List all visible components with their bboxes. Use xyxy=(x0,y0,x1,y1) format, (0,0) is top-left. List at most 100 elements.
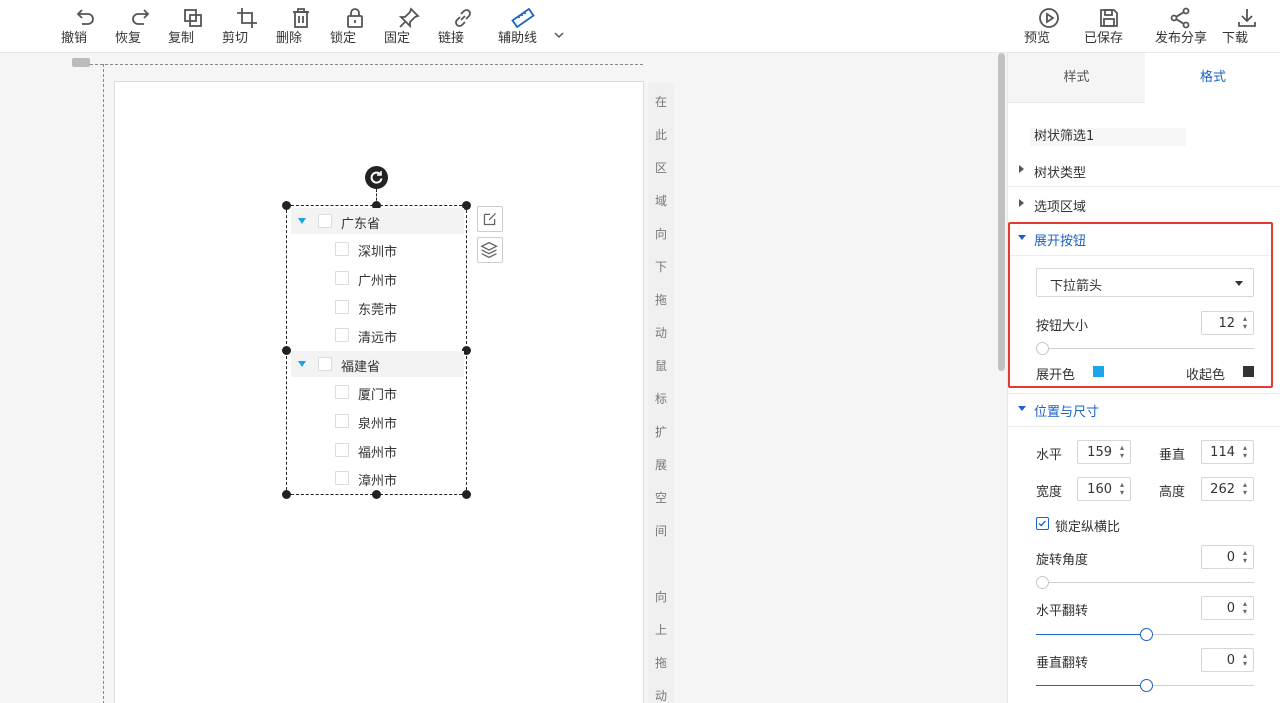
crop-icon xyxy=(237,8,257,28)
x-input[interactable]: 159 ▴ ▾ xyxy=(1077,440,1131,464)
resize-handle-sw[interactable] xyxy=(282,490,291,499)
tree-leaf[interactable]: 东莞市 xyxy=(291,294,464,320)
spin-arrows-icon[interactable]: ▴ ▾ xyxy=(1241,315,1249,331)
tree-checkbox[interactable] xyxy=(335,471,349,485)
spin-arrows-icon[interactable]: ▴ ▾ xyxy=(1241,481,1249,497)
tree-leaf-label: 深圳市 xyxy=(358,245,398,260)
preview-button[interactable]: 预览 xyxy=(1024,4,1074,50)
height-input[interactable]: 262 ▴ ▾ xyxy=(1201,477,1254,501)
lock-button[interactable]: 锁定 xyxy=(330,4,380,50)
publish-share-button[interactable]: 发布分享 xyxy=(1155,4,1207,50)
width-input[interactable]: 160 ▴ ▾ xyxy=(1077,477,1131,501)
guide-line-label: 辅助线 xyxy=(498,31,538,46)
slider-knob[interactable] xyxy=(1140,679,1153,692)
tab-format[interactable]: 格式 xyxy=(1145,53,1280,103)
download-button[interactable]: 下载 xyxy=(1222,4,1272,50)
expand-color-swatch[interactable] xyxy=(1093,366,1104,377)
expand-space-strip[interactable]: 在 此 区 域 向 下 拖 动 鼠 标 扩 展 空 间 向 上 拖 动 xyxy=(648,83,674,703)
rotate-icon xyxy=(370,171,383,184)
select-value: 下拉箭头 xyxy=(1050,279,1103,294)
lock-label: 锁定 xyxy=(330,31,357,46)
y-input[interactable]: 114 ▴ ▾ xyxy=(1201,440,1254,464)
tree-checkbox[interactable] xyxy=(335,385,349,399)
hflip-input[interactable]: 0 ▴ ▾ xyxy=(1201,596,1254,620)
spin-arrows-icon[interactable]: ▴ ▾ xyxy=(1118,444,1126,460)
rotate-input[interactable]: 0 ▴ ▾ xyxy=(1201,545,1254,569)
spin-arrows-icon[interactable]: ▴ ▾ xyxy=(1241,600,1249,616)
slider-knob[interactable] xyxy=(1036,576,1049,589)
tree-checkbox[interactable] xyxy=(318,357,332,371)
copy-button[interactable]: 复制 xyxy=(168,4,218,50)
expand-arrow-icon[interactable] xyxy=(298,361,306,367)
ruler-icon xyxy=(511,7,535,29)
button-size-input[interactable]: 12 ▴ ▾ xyxy=(1201,311,1254,335)
tree-node-guangdong[interactable]: 广东省 xyxy=(291,208,464,234)
section-expand-button[interactable]: 展开按钮 xyxy=(1008,222,1280,254)
button-size-slider[interactable] xyxy=(1036,348,1254,349)
saved-button[interactable]: 已保存 xyxy=(1084,4,1134,50)
canvas-area[interactable]: 在 此 区 域 向 下 拖 动 鼠 标 扩 展 空 间 向 上 拖 动 广东省 … xyxy=(0,53,997,703)
resize-handle-w[interactable] xyxy=(282,346,291,355)
section-title: 选项区域 xyxy=(1034,200,1087,215)
copy-icon xyxy=(184,9,202,27)
undo-button[interactable]: 撤销 xyxy=(61,4,111,50)
tree-checkbox[interactable] xyxy=(335,328,349,342)
tree-leaf[interactable]: 深圳市 xyxy=(291,236,464,262)
tree-leaf[interactable]: 福州市 xyxy=(291,437,464,463)
tree-leaf[interactable]: 广州市 xyxy=(291,265,464,291)
horizontal-guide-line[interactable] xyxy=(90,64,643,65)
vertical-guide-line[interactable] xyxy=(103,64,104,703)
tree-leaf[interactable]: 清远市 xyxy=(291,322,464,348)
tree-checkbox[interactable] xyxy=(335,300,349,314)
section-position-size[interactable]: 位置与尺寸 xyxy=(1008,393,1280,425)
lock-icon xyxy=(347,8,363,28)
input-value: 0 xyxy=(1226,653,1235,668)
delete-button[interactable]: 删除 xyxy=(276,4,326,50)
resize-handle-nw[interactable] xyxy=(282,201,291,210)
chevron-down-icon[interactable] xyxy=(552,28,566,42)
tree-checkbox[interactable] xyxy=(335,443,349,457)
tree-leaf[interactable]: 厦门市 xyxy=(291,379,464,405)
strip-char: 拖 xyxy=(654,656,667,670)
vflip-input[interactable]: 0 ▴ ▾ xyxy=(1201,648,1254,672)
scrollbar-thumb[interactable] xyxy=(998,53,1005,371)
pin-button[interactable]: 固定 xyxy=(384,4,434,50)
rotate-handle[interactable] xyxy=(365,166,388,189)
guide-line-button[interactable]: 辅助线 xyxy=(498,4,548,50)
expand-arrow-icon[interactable] xyxy=(298,218,306,224)
section-title: 树状类型 xyxy=(1034,166,1087,181)
cut-button[interactable]: 剪切 xyxy=(222,4,272,50)
spin-arrows-icon[interactable]: ▴ ▾ xyxy=(1241,549,1249,565)
tree-checkbox[interactable] xyxy=(335,271,349,285)
strip-char: 域 xyxy=(654,194,667,208)
link-button[interactable]: 链接 xyxy=(438,4,488,50)
canvas-scrollbar[interactable] xyxy=(997,53,1007,703)
slider-knob[interactable] xyxy=(1140,628,1153,641)
guide-tag[interactable] xyxy=(72,58,90,67)
tree-node-fujian[interactable]: 福建省 xyxy=(291,351,464,377)
spin-arrows-icon[interactable]: ▴ ▾ xyxy=(1241,444,1249,460)
rotate-slider[interactable] xyxy=(1036,582,1254,583)
section-option-area[interactable]: 选项区域 xyxy=(1008,188,1280,220)
collapse-color-swatch[interactable] xyxy=(1243,366,1254,377)
tab-style[interactable]: 样式 xyxy=(1008,53,1145,103)
resize-handle-se[interactable] xyxy=(462,490,471,499)
tree-leaf[interactable]: 泉州市 xyxy=(291,408,464,434)
component-name-field[interactable]: 树状筛选1 xyxy=(1030,128,1186,146)
spin-arrows-icon[interactable]: ▴ ▾ xyxy=(1118,481,1126,497)
input-value: 0 xyxy=(1226,601,1235,616)
tree-checkbox[interactable] xyxy=(335,242,349,256)
tree-checkbox[interactable] xyxy=(318,214,332,228)
lock-ratio-checkbox[interactable] xyxy=(1036,517,1049,530)
slider-knob[interactable] xyxy=(1036,342,1049,355)
edit-button[interactable] xyxy=(477,206,503,232)
y-label: 垂直 xyxy=(1159,448,1186,463)
resize-handle-s[interactable] xyxy=(372,490,381,499)
expand-button-type-select[interactable]: 下拉箭头 xyxy=(1036,268,1254,297)
tree-checkbox[interactable] xyxy=(335,414,349,428)
layers-button[interactable] xyxy=(477,237,503,263)
section-tree-type[interactable]: 树状类型 xyxy=(1008,154,1280,186)
spin-arrows-icon[interactable]: ▴ ▾ xyxy=(1241,652,1249,668)
redo-button[interactable]: 恢复 xyxy=(115,4,165,50)
tree-leaf[interactable]: 漳州市 xyxy=(291,465,464,491)
